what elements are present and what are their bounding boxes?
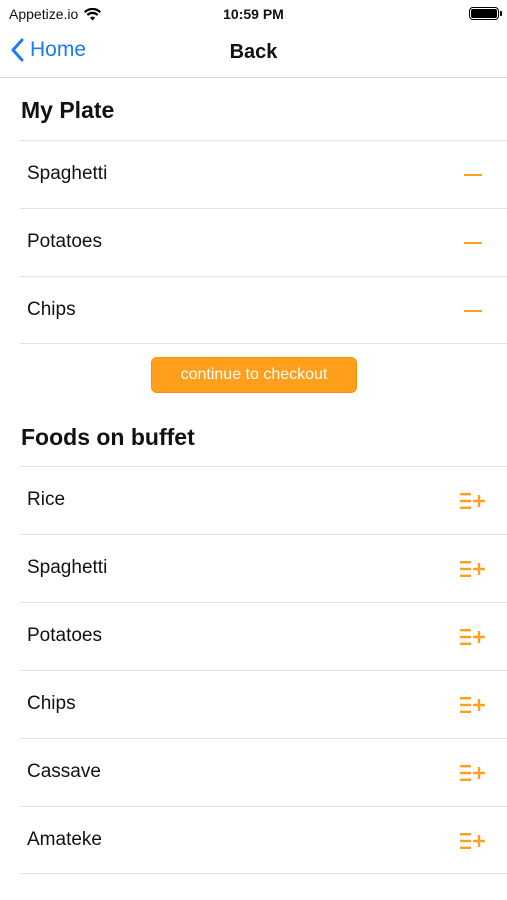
plate-item: Chips [20,276,507,344]
buffet-item-label: Spaghetti [27,557,108,578]
buffet-item: Amateke [20,806,507,874]
plate-item: Potatoes [20,208,507,276]
buffet-item-label: Chips [27,693,76,714]
remove-from-plate-button[interactable] [459,163,487,187]
buffet-item-label: Cassave [27,761,101,782]
remove-from-plate-button[interactable] [459,231,487,255]
add-to-list-icon [460,629,485,645]
buffet-item: Cassave [20,738,507,806]
add-to-plate-button[interactable] [459,761,487,785]
minus-icon [464,310,482,312]
add-to-list-icon [460,765,485,781]
minus-icon [464,174,482,176]
plate-item: Spaghetti [20,140,507,208]
buffet-item-label: Rice [27,489,66,510]
navigation-bar: Home Back [0,28,507,78]
add-to-list-icon [460,697,485,713]
add-to-list-icon [460,833,485,849]
buffet-item-label: Potatoes [27,625,102,646]
plate-list: Spaghetti Potatoes Chips [20,140,507,344]
add-to-plate-button[interactable] [459,829,487,853]
buffet-item-label: Amateke [27,829,102,850]
add-to-plate-button[interactable] [459,625,487,649]
buffet-heading: Foods on buffet [21,424,195,450]
buffet-item: Spaghetti [20,534,507,602]
buffet-item: Chips [20,670,507,738]
plate-item-label: Potatoes [27,231,102,252]
add-to-plate-button[interactable] [459,489,487,513]
nav-title: Back [229,41,278,63]
status-time: 10:59 PM [223,6,284,22]
battery-icon [469,7,502,20]
buffet-list: Rice Spaghetti Potatoes Chips Cassave Am… [20,466,507,874]
continue-to-checkout-button[interactable]: continue to checkout [151,357,357,393]
buffet-item: Potatoes [20,602,507,670]
add-to-plate-button[interactable] [459,557,487,581]
add-to-list-icon [460,493,485,509]
buffet-item: Rice [20,466,507,534]
remove-from-plate-button[interactable] [459,299,487,323]
plate-item-label: Chips [27,299,76,320]
add-to-list-icon [460,561,485,577]
add-to-plate-button[interactable] [459,693,487,717]
plate-item-label: Spaghetti [27,163,108,184]
status-bar: Appetize.io 10:59 PM [0,0,507,28]
minus-icon [464,242,482,244]
my-plate-heading: My Plate [21,97,115,123]
